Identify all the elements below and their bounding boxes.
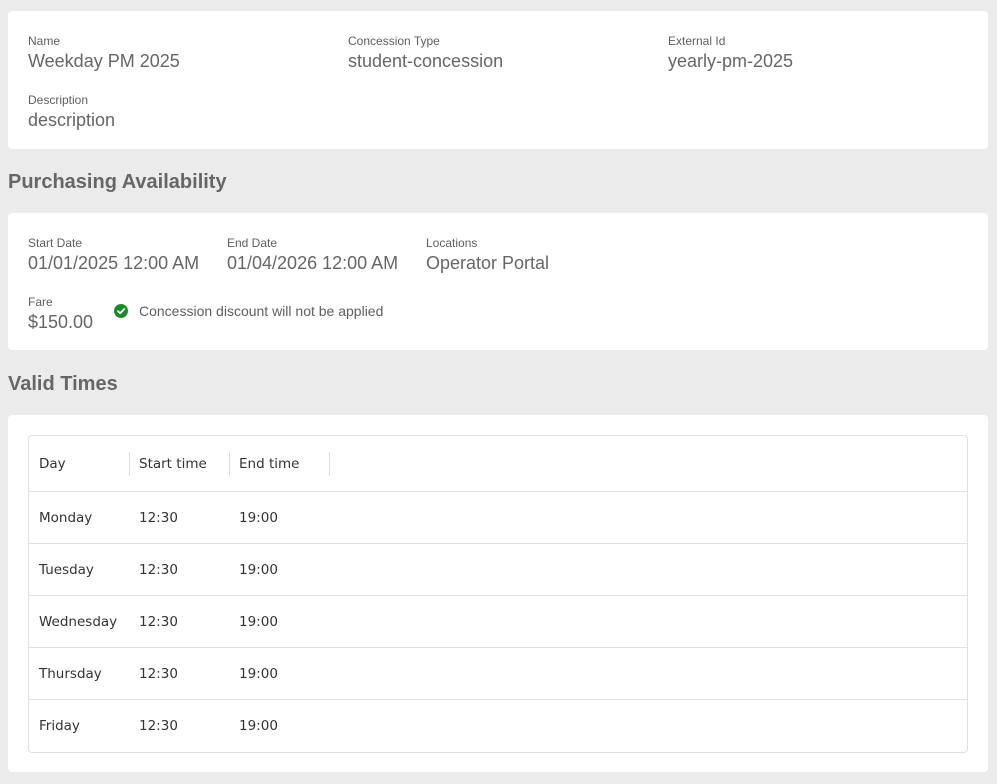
fare-label: Fare [28, 295, 53, 309]
locations-value: Operator Portal [426, 253, 550, 273]
column-separator[interactable] [329, 452, 330, 476]
table-row[interactable]: Tuesday 12:30 19:00 [29, 544, 967, 596]
fare-value: $150.00 [28, 312, 94, 332]
concession-type-label: Concession Type [348, 34, 440, 48]
cell-end-time: 19:00 [239, 666, 278, 682]
purchasing-availability-card: Start Date 01/01/2025 12:00 AM End Date … [8, 213, 988, 350]
description-value: description [28, 110, 116, 130]
cell-start-time: 12:30 [139, 666, 178, 682]
table-row[interactable]: Monday 12:30 19:00 [29, 492, 967, 544]
table-row[interactable]: Friday 12:30 19:00 [29, 700, 967, 752]
column-separator[interactable] [129, 452, 130, 476]
cell-day: Friday [39, 718, 80, 734]
check-circle-icon [114, 304, 128, 318]
end-date-label: End Date [227, 236, 278, 250]
column-header-end-time[interactable]: End time [239, 436, 299, 492]
fare-field: Fare $150.00 [28, 295, 93, 333]
column-header-day[interactable]: Day [39, 436, 66, 492]
cell-day: Monday [39, 510, 93, 526]
description-label: Description [28, 93, 89, 107]
external-id-field: External Id yearly-pm-2025 [668, 34, 793, 72]
table-row[interactable]: Thursday 12:30 19:00 [29, 648, 967, 700]
cell-day: Wednesday [39, 614, 118, 630]
valid-times-title: Valid Times [8, 373, 118, 395]
name-label: Name [28, 34, 61, 48]
name-field: Name Weekday PM 2025 [28, 34, 180, 72]
start-date-field: Start Date 01/01/2025 12:00 AM [28, 236, 199, 274]
table-row[interactable]: Wednesday 12:30 19:00 [29, 596, 967, 648]
cell-day: Thursday [39, 666, 102, 682]
cell-end-time: 19:00 [239, 562, 278, 578]
page: Name Weekday PM 2025 Concession Type stu… [0, 0, 997, 784]
valid-times-table: Day Start time End time Monday 12:30 19:… [28, 435, 968, 753]
concession-type-value: student-concession [348, 51, 504, 71]
concession-type-field: Concession Type student-concession [348, 34, 503, 72]
description-field: Description description [28, 93, 115, 131]
cell-start-time: 12:30 [139, 510, 178, 526]
cell-end-time: 19:00 [239, 718, 278, 734]
cell-start-time: 12:30 [139, 614, 178, 630]
cell-start-time: 12:30 [139, 562, 178, 578]
start-date-value: 01/01/2025 12:00 AM [28, 253, 200, 273]
details-card: Name Weekday PM 2025 Concession Type stu… [8, 11, 988, 149]
discount-note-text: Concession discount will not be applied [139, 303, 384, 319]
purchasing-availability-title: Purchasing Availability [8, 171, 227, 193]
external-id-label: External Id [668, 34, 726, 48]
locations-field: Locations Operator Portal [426, 236, 549, 274]
start-date-label: Start Date [28, 236, 83, 250]
column-separator[interactable] [229, 452, 230, 476]
table-header: Day Start time End time [29, 436, 967, 492]
cell-end-time: 19:00 [239, 510, 278, 526]
name-value: Weekday PM 2025 [28, 51, 180, 71]
valid-times-card: Day Start time End time Monday 12:30 19:… [8, 415, 988, 772]
cell-end-time: 19:00 [239, 614, 278, 630]
end-date-field: End Date 01/04/2026 12:00 AM [227, 236, 398, 274]
end-date-value: 01/04/2026 12:00 AM [227, 253, 399, 273]
discount-note: Concession discount will not be applied [114, 303, 383, 319]
locations-label: Locations [426, 236, 478, 250]
cell-day: Tuesday [39, 562, 94, 578]
column-header-start-time[interactable]: Start time [139, 436, 207, 492]
external-id-value: yearly-pm-2025 [668, 51, 794, 71]
cell-start-time: 12:30 [139, 718, 178, 734]
